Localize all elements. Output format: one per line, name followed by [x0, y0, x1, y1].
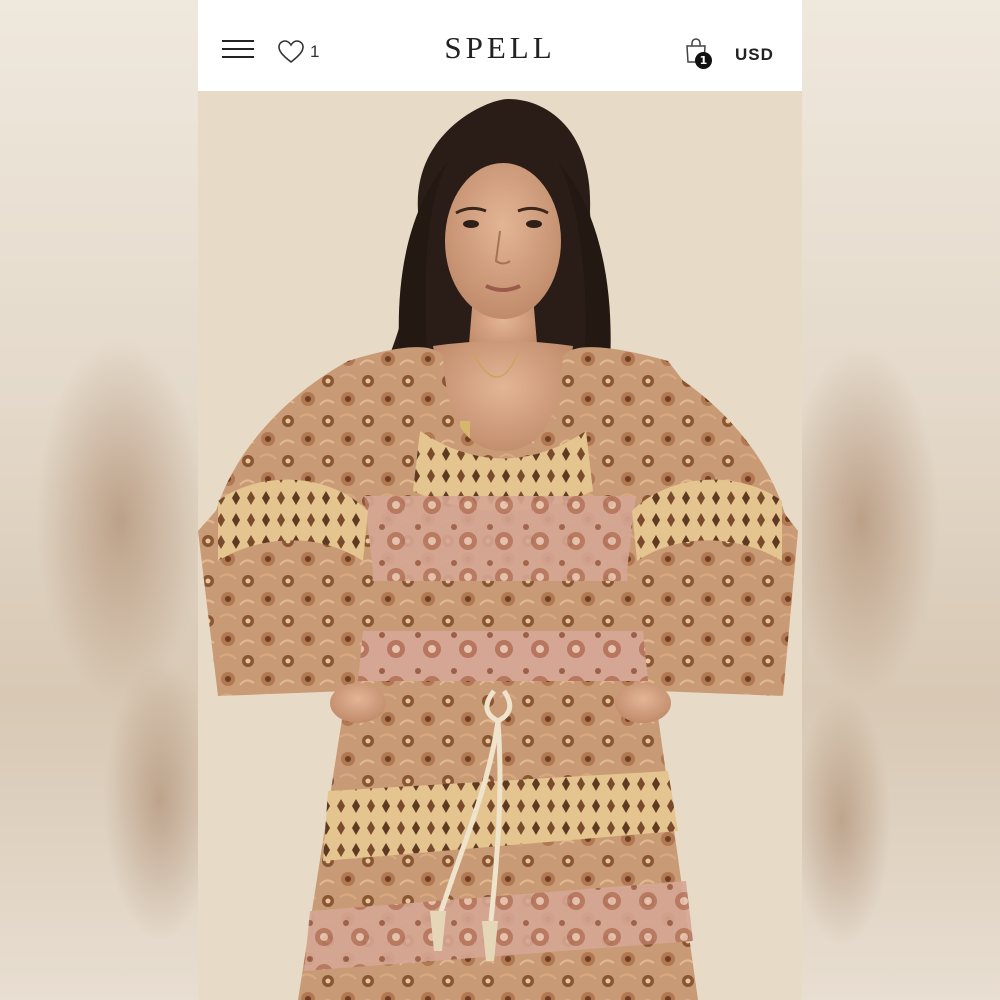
- background-blur-right: [802, 0, 1000, 1000]
- cart-button[interactable]: 1: [684, 38, 714, 72]
- cart-count-badge: 1: [695, 52, 712, 69]
- mobile-screen: 1 SPELL 1 USD: [198, 0, 802, 1000]
- currency-selector[interactable]: USD: [735, 45, 774, 65]
- product-photo[interactable]: [198, 91, 802, 1000]
- site-header: 1 SPELL 1 USD: [198, 0, 802, 91]
- background-blur-left: [0, 0, 198, 1000]
